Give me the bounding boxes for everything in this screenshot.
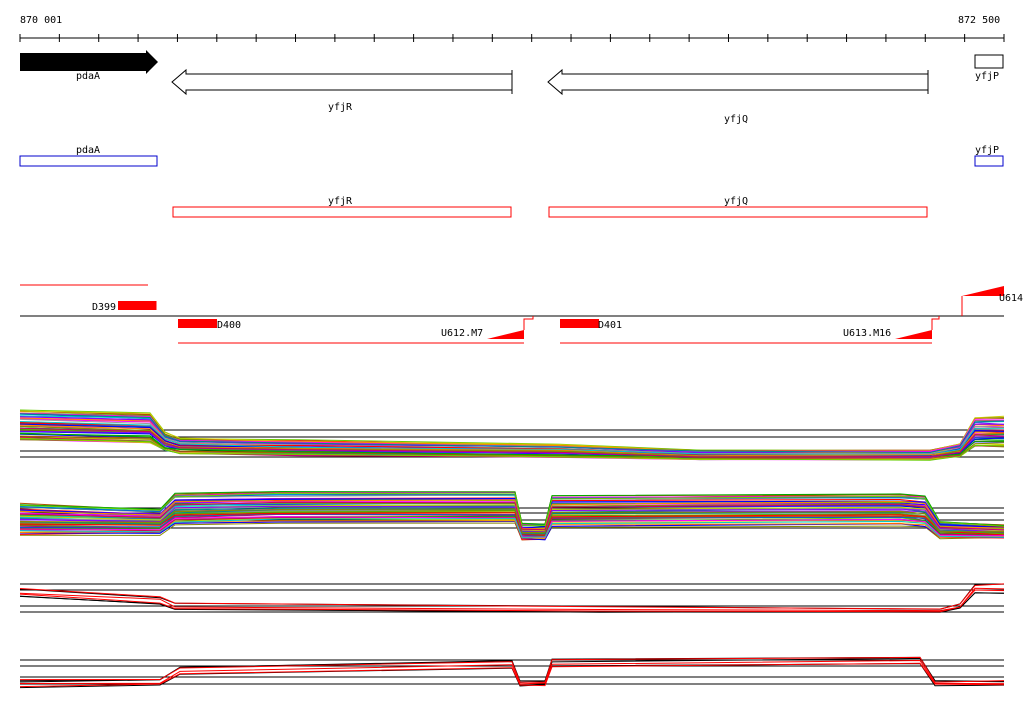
segment-label-u612: U612.M7 (441, 328, 483, 339)
segment-track: D399 D400 U612.M7 D401 U613.M16 U614 (20, 284, 1023, 344)
segment-ramp-u612[interactable] (487, 330, 524, 339)
red-feature-track: yfjR yfjQ (172, 196, 928, 218)
expression-profiles-panel-3 (19, 583, 1005, 613)
segment-label-u613: U613.M16 (843, 328, 891, 339)
gene-arrow-track: pdaA yfjR yfjQ yfjP (20, 50, 1004, 125)
feature-box-yfjP[interactable] (974, 155, 1004, 167)
ruler-start-label: 870 001 (20, 15, 62, 26)
blue-feature-track: pdaA yfjP (19, 145, 1004, 167)
gene-label-pdaA: pdaA (76, 71, 100, 82)
expression-profiles-panel-2 (19, 490, 1005, 541)
coordinate-ruler: 870 001 872 500 (19, 15, 1005, 42)
genome-track-canvas: 870 001 872 500 pdaA yfjR yfjQ yfjP pdaA… (19, 15, 1023, 689)
gene-label-yfjR: yfjR (328, 102, 353, 113)
feature-label-yfjQ: yfjQ (724, 196, 748, 207)
segment-label-d401: D401 (598, 320, 622, 331)
segment-block-d401[interactable] (560, 319, 599, 328)
expression-profiles-panel-4 (19, 656, 1005, 689)
gene-arrow-yfjQ[interactable] (547, 68, 929, 96)
segment-label-d399: D399 (92, 302, 116, 313)
feature-label-yfjP: yfjP (975, 145, 999, 156)
gene-arrow-yfjP[interactable] (974, 54, 1004, 69)
segment-step-u612 (523, 316, 534, 330)
segment-ramp-u614[interactable] (962, 286, 1004, 296)
profile-line (19, 415, 1005, 454)
feature-label-yfjR: yfjR (328, 196, 353, 207)
segment-block-d400[interactable] (178, 319, 217, 328)
feature-label-pdaA: pdaA (76, 145, 100, 156)
expression-profiles-panel-1 (19, 409, 1005, 461)
segment-label-u614: U614 (999, 293, 1023, 304)
genome-browser-view: 870 001 872 500 pdaA yfjR yfjQ yfjP pdaA… (0, 0, 1024, 714)
gene-label-yfjP: yfjP (975, 71, 999, 82)
segment-label-d400: D400 (217, 320, 241, 331)
feature-box-yfjQ[interactable] (548, 206, 928, 218)
feature-box-yfjR[interactable] (172, 206, 512, 218)
gene-label-yfjQ: yfjQ (724, 114, 748, 125)
segment-ramp-u613[interactable] (895, 330, 932, 339)
segment-step-u613 (931, 316, 940, 330)
gene-arrow-yfjR[interactable] (171, 68, 513, 96)
feature-box-pdaA[interactable] (19, 155, 158, 167)
segment-block-d399[interactable] (118, 301, 156, 310)
ruler-end-label: 872 500 (958, 15, 1000, 26)
